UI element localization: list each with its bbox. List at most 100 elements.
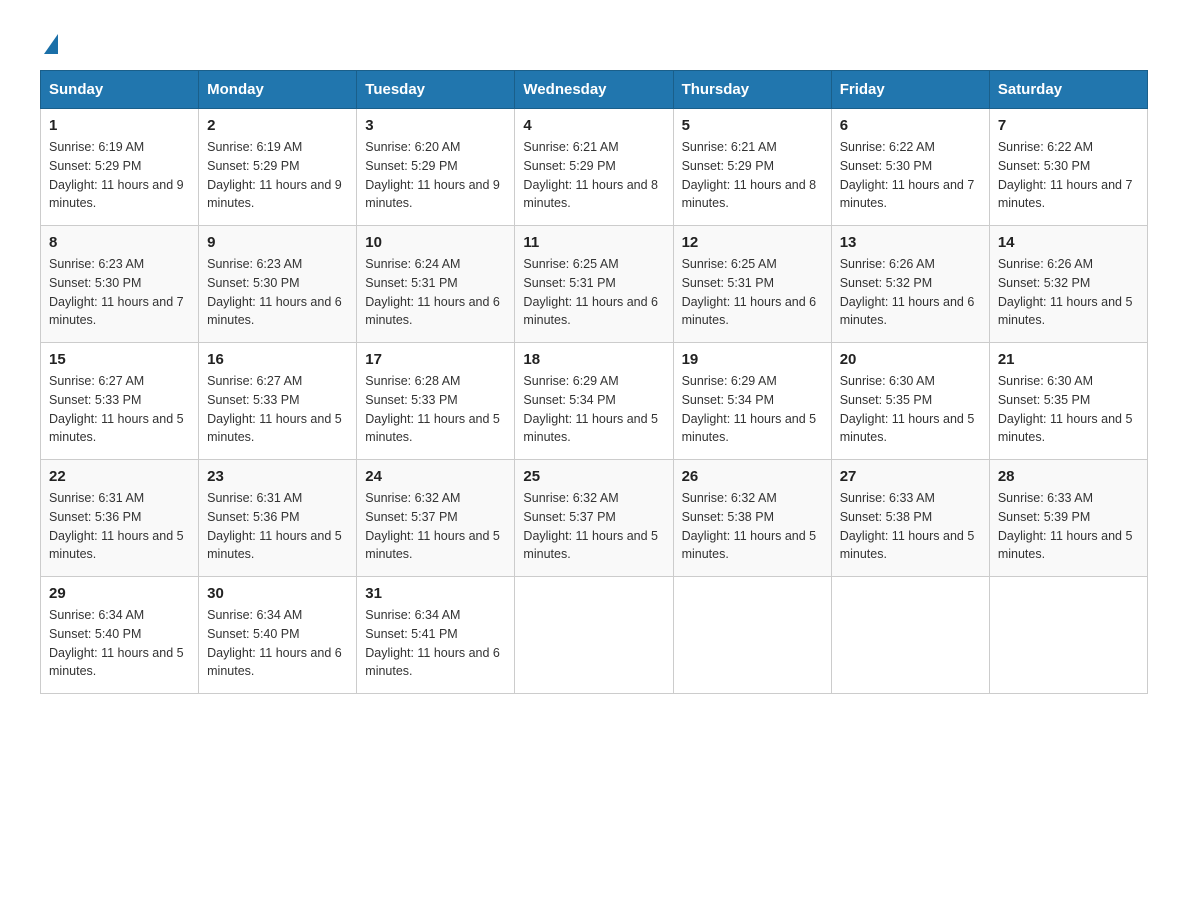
sunset-label: Sunset: 5:31 PM [682,276,774,290]
sunrise-label: Sunrise: 6:33 AM [998,491,1093,505]
daylight-label: Daylight: 11 hours and 6 minutes. [365,646,500,679]
day-info: Sunrise: 6:30 AM Sunset: 5:35 PM Dayligh… [998,372,1139,447]
sunrise-label: Sunrise: 6:32 AM [682,491,777,505]
day-number: 4 [523,117,664,134]
sunset-label: Sunset: 5:40 PM [49,627,141,641]
column-header-monday: Monday [199,71,357,109]
calendar-cell: 23 Sunrise: 6:31 AM Sunset: 5:36 PM Dayl… [199,460,357,577]
day-number: 3 [365,117,506,134]
day-info: Sunrise: 6:21 AM Sunset: 5:29 PM Dayligh… [682,138,823,213]
daylight-label: Daylight: 11 hours and 6 minutes. [365,295,500,328]
day-number: 19 [682,351,823,368]
calendar-table: SundayMondayTuesdayWednesdayThursdayFrid… [40,70,1148,694]
day-info: Sunrise: 6:29 AM Sunset: 5:34 PM Dayligh… [523,372,664,447]
calendar-cell: 5 Sunrise: 6:21 AM Sunset: 5:29 PM Dayli… [673,109,831,226]
sunrise-label: Sunrise: 6:30 AM [840,374,935,388]
sunrise-label: Sunrise: 6:32 AM [523,491,618,505]
sunset-label: Sunset: 5:31 PM [523,276,615,290]
day-info: Sunrise: 6:26 AM Sunset: 5:32 PM Dayligh… [840,255,981,330]
calendar-cell: 2 Sunrise: 6:19 AM Sunset: 5:29 PM Dayli… [199,109,357,226]
day-number: 18 [523,351,664,368]
sunrise-label: Sunrise: 6:31 AM [207,491,302,505]
sunset-label: Sunset: 5:29 PM [523,159,615,173]
column-header-sunday: Sunday [41,71,199,109]
calendar-header-row: SundayMondayTuesdayWednesdayThursdayFrid… [41,71,1148,109]
sunset-label: Sunset: 5:29 PM [365,159,457,173]
calendar-cell [989,577,1147,694]
day-number: 31 [365,585,506,602]
day-number: 14 [998,234,1139,251]
day-info: Sunrise: 6:31 AM Sunset: 5:36 PM Dayligh… [49,489,190,564]
sunrise-label: Sunrise: 6:21 AM [523,140,618,154]
sunrise-label: Sunrise: 6:23 AM [49,257,144,271]
sunset-label: Sunset: 5:33 PM [49,393,141,407]
day-number: 30 [207,585,348,602]
calendar-cell: 27 Sunrise: 6:33 AM Sunset: 5:38 PM Dayl… [831,460,989,577]
day-info: Sunrise: 6:23 AM Sunset: 5:30 PM Dayligh… [49,255,190,330]
day-info: Sunrise: 6:25 AM Sunset: 5:31 PM Dayligh… [682,255,823,330]
day-number: 28 [998,468,1139,485]
day-info: Sunrise: 6:22 AM Sunset: 5:30 PM Dayligh… [998,138,1139,213]
calendar-cell: 10 Sunrise: 6:24 AM Sunset: 5:31 PM Dayl… [357,226,515,343]
sunrise-label: Sunrise: 6:31 AM [49,491,144,505]
day-info: Sunrise: 6:32 AM Sunset: 5:37 PM Dayligh… [365,489,506,564]
calendar-cell: 26 Sunrise: 6:32 AM Sunset: 5:38 PM Dayl… [673,460,831,577]
day-number: 16 [207,351,348,368]
calendar-cell: 31 Sunrise: 6:34 AM Sunset: 5:41 PM Dayl… [357,577,515,694]
day-info: Sunrise: 6:31 AM Sunset: 5:36 PM Dayligh… [207,489,348,564]
calendar-cell: 6 Sunrise: 6:22 AM Sunset: 5:30 PM Dayli… [831,109,989,226]
day-info: Sunrise: 6:26 AM Sunset: 5:32 PM Dayligh… [998,255,1139,330]
sunset-label: Sunset: 5:30 PM [207,276,299,290]
calendar-cell [515,577,673,694]
day-info: Sunrise: 6:28 AM Sunset: 5:33 PM Dayligh… [365,372,506,447]
daylight-label: Daylight: 11 hours and 5 minutes. [998,295,1133,328]
day-number: 24 [365,468,506,485]
sunrise-label: Sunrise: 6:25 AM [682,257,777,271]
daylight-label: Daylight: 11 hours and 6 minutes. [523,295,658,328]
calendar-cell: 14 Sunrise: 6:26 AM Sunset: 5:32 PM Dayl… [989,226,1147,343]
day-number: 29 [49,585,190,602]
sunset-label: Sunset: 5:37 PM [365,510,457,524]
column-header-friday: Friday [831,71,989,109]
sunrise-label: Sunrise: 6:26 AM [998,257,1093,271]
daylight-label: Daylight: 11 hours and 5 minutes. [998,529,1133,562]
day-number: 17 [365,351,506,368]
sunrise-label: Sunrise: 6:34 AM [49,608,144,622]
calendar-cell: 25 Sunrise: 6:32 AM Sunset: 5:37 PM Dayl… [515,460,673,577]
calendar-cell: 9 Sunrise: 6:23 AM Sunset: 5:30 PM Dayli… [199,226,357,343]
sunrise-label: Sunrise: 6:24 AM [365,257,460,271]
sunset-label: Sunset: 5:36 PM [207,510,299,524]
daylight-label: Daylight: 11 hours and 5 minutes. [840,529,975,562]
sunrise-label: Sunrise: 6:25 AM [523,257,618,271]
column-header-tuesday: Tuesday [357,71,515,109]
calendar-cell: 22 Sunrise: 6:31 AM Sunset: 5:36 PM Dayl… [41,460,199,577]
sunset-label: Sunset: 5:34 PM [523,393,615,407]
daylight-label: Daylight: 11 hours and 9 minutes. [207,178,342,211]
sunrise-label: Sunrise: 6:32 AM [365,491,460,505]
day-info: Sunrise: 6:32 AM Sunset: 5:37 PM Dayligh… [523,489,664,564]
daylight-label: Daylight: 11 hours and 5 minutes. [207,529,342,562]
sunset-label: Sunset: 5:32 PM [840,276,932,290]
sunset-label: Sunset: 5:30 PM [840,159,932,173]
daylight-label: Daylight: 11 hours and 7 minutes. [49,295,184,328]
calendar-cell: 8 Sunrise: 6:23 AM Sunset: 5:30 PM Dayli… [41,226,199,343]
day-info: Sunrise: 6:23 AM Sunset: 5:30 PM Dayligh… [207,255,348,330]
day-info: Sunrise: 6:20 AM Sunset: 5:29 PM Dayligh… [365,138,506,213]
logo-top [40,30,58,54]
day-number: 10 [365,234,506,251]
day-info: Sunrise: 6:19 AM Sunset: 5:29 PM Dayligh… [207,138,348,213]
daylight-label: Daylight: 11 hours and 9 minutes. [365,178,500,211]
week-row-5: 29 Sunrise: 6:34 AM Sunset: 5:40 PM Dayl… [41,577,1148,694]
calendar-cell: 13 Sunrise: 6:26 AM Sunset: 5:32 PM Dayl… [831,226,989,343]
day-info: Sunrise: 6:24 AM Sunset: 5:31 PM Dayligh… [365,255,506,330]
day-info: Sunrise: 6:34 AM Sunset: 5:40 PM Dayligh… [207,606,348,681]
daylight-label: Daylight: 11 hours and 5 minutes. [998,412,1133,445]
daylight-label: Daylight: 11 hours and 5 minutes. [207,412,342,445]
daylight-label: Daylight: 11 hours and 8 minutes. [523,178,658,211]
day-number: 21 [998,351,1139,368]
sunrise-label: Sunrise: 6:34 AM [365,608,460,622]
sunset-label: Sunset: 5:35 PM [998,393,1090,407]
calendar-cell: 17 Sunrise: 6:28 AM Sunset: 5:33 PM Dayl… [357,343,515,460]
sunrise-label: Sunrise: 6:21 AM [682,140,777,154]
sunrise-label: Sunrise: 6:22 AM [998,140,1093,154]
